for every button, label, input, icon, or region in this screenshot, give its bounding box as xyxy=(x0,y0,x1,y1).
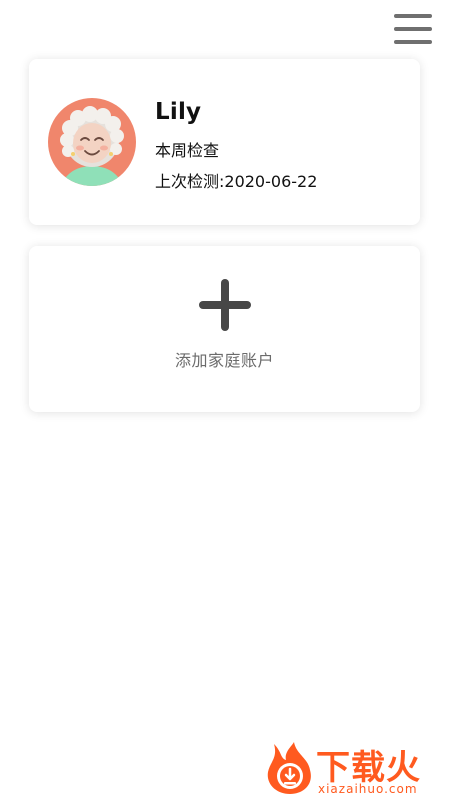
plus-icon xyxy=(199,279,251,331)
avatar xyxy=(48,98,136,186)
watermark-subtitle: xiazaihuo.com xyxy=(318,782,418,796)
check-status: 本周检查 xyxy=(155,141,220,160)
last-check-date: 上次检测:2020-06-22 xyxy=(155,172,318,191)
member-name: Lily xyxy=(155,99,202,125)
hamburger-menu-icon xyxy=(394,14,432,18)
family-member-card[interactable]: Lily 本周检查 上次检测:2020-06-22 xyxy=(29,59,420,225)
add-account-label: 添加家庭账户 xyxy=(174,351,274,370)
menu-button[interactable] xyxy=(392,12,434,48)
watermark: 下载火 xiazaihuo.com xyxy=(262,738,450,798)
add-family-account-button[interactable]: 添加家庭账户 xyxy=(29,246,420,412)
flame-logo-icon xyxy=(267,742,311,794)
